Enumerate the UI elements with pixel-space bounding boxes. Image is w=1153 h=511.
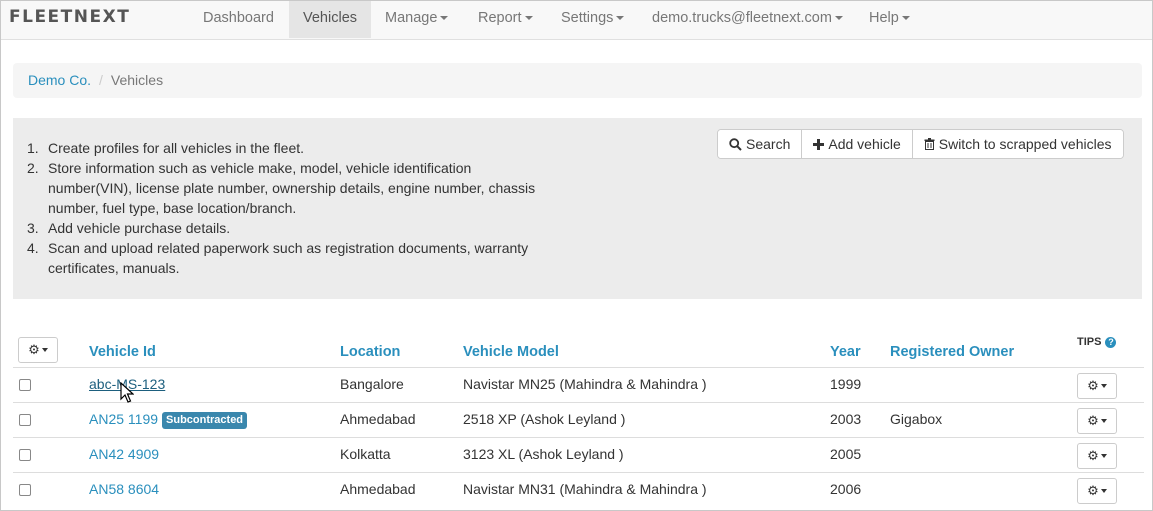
plus-icon	[813, 138, 825, 150]
table-row: abc-MS-123 Bangalore Navistar MN25 (Mahi…	[13, 367, 1144, 402]
column-settings-button[interactable]: ⚙	[18, 337, 58, 363]
vehicle-model: Navistar MN31 (Mahindra & Mahindra )	[463, 481, 707, 497]
nav-user-account[interactable]: demo.trucks@fleetnext.com	[638, 1, 857, 38]
nav-settings[interactable]: Settings	[547, 1, 638, 38]
switch-scrapped-button[interactable]: Switch to scrapped vehicles	[912, 130, 1123, 158]
column-header-vehicle-model[interactable]: Vehicle Model	[463, 344, 559, 360]
instructions-list: 1. Create profiles for all vehicles in th…	[27, 138, 557, 278]
row-checkbox[interactable]	[19, 379, 31, 391]
vehicle-model: Navistar MN25 (Mahindra & Mahindra )	[463, 376, 707, 392]
top-navbar: FLEETNEXT Dashboard Vehicles Manage Repo…	[1, 1, 1152, 40]
nav-report-label: Report	[478, 10, 522, 26]
nav-settings-label: Settings	[561, 10, 614, 26]
gear-icon: ⚙	[1087, 413, 1099, 428]
gear-icon: ⚙	[1087, 448, 1099, 463]
vehicle-location: Ahmedabad	[340, 411, 416, 427]
chevron-down-icon	[1100, 384, 1107, 388]
vehicle-year: 2005	[830, 446, 862, 462]
instruction-text: Add vehicle purchase details.	[48, 220, 231, 236]
chevron-down-icon	[834, 16, 843, 21]
vehicle-location: Ahmedabad	[340, 481, 416, 497]
nav-dashboard-label: Dashboard	[203, 10, 274, 26]
column-header-year[interactable]: Year	[830, 344, 861, 360]
vehicle-year: 2003	[830, 411, 862, 427]
gear-icon: ⚙	[28, 342, 40, 357]
tips-text: TIPS	[1077, 336, 1102, 348]
chevron-down-icon	[1100, 489, 1107, 493]
instruction-item: 4. Scan and upload related paperwork such…	[27, 238, 557, 278]
table-row: AN58 8604 Ahmedabad Navistar MN31 (Mahin…	[13, 472, 1144, 507]
vehicle-owner: Gigabox	[890, 411, 943, 427]
chevron-down-icon	[901, 16, 910, 21]
row-actions-button[interactable]: ⚙	[1077, 443, 1117, 469]
instruction-text: Store information such as vehicle make, …	[48, 160, 536, 216]
nav-help[interactable]: Help	[855, 1, 924, 38]
gear-icon: ⚙	[1087, 483, 1099, 498]
brand-logo[interactable]: FLEETNEXT	[9, 7, 130, 27]
help-icon[interactable]: ?	[1105, 336, 1117, 348]
chevron-down-icon	[1100, 419, 1107, 423]
vehicle-year: 2006	[830, 481, 862, 497]
row-actions-button[interactable]: ⚙	[1077, 408, 1117, 434]
gear-icon: ⚙	[1087, 378, 1099, 393]
subcontracted-badge: Subcontracted	[162, 412, 248, 429]
vehicle-model: 3123 XL (Ashok Leyland )	[463, 446, 624, 462]
instruction-text: Create profiles for all vehicles in the …	[48, 140, 305, 156]
info-panel: 1. Create profiles for all vehicles in th…	[13, 118, 1142, 299]
vehicle-model: 2518 XP (Ashok Leyland )	[463, 411, 626, 427]
vehicle-id-link[interactable]: AN58 8604	[89, 473, 159, 507]
mouse-cursor-icon	[120, 382, 134, 403]
nav-manage[interactable]: Manage	[371, 1, 462, 38]
instruction-number: 2.	[27, 160, 39, 176]
instruction-number: 4.	[27, 240, 39, 256]
nav-user-label: demo.trucks@fleetnext.com	[652, 10, 832, 26]
chevron-down-icon	[616, 16, 625, 21]
nav-vehicles-label: Vehicles	[303, 10, 358, 26]
column-header-registered-owner[interactable]: Registered Owner	[890, 344, 1014, 360]
column-header-vehicle-id[interactable]: Vehicle Id	[89, 344, 156, 360]
row-checkbox[interactable]	[19, 484, 31, 496]
breadcrumb-current: Vehicles	[110, 72, 164, 88]
vehicle-id-link[interactable]: AN25 1199	[89, 411, 158, 427]
switch-scrapped-label: Switch to scrapped vehicles	[938, 136, 1112, 152]
vehicle-id-link[interactable]: AN42 4909	[89, 438, 159, 472]
vehicle-location: Kolkatta	[340, 446, 391, 462]
nav-manage-label: Manage	[385, 10, 438, 26]
table-row: AN42 4909 Kolkatta 3123 XL (Ashok Leylan…	[13, 437, 1144, 472]
instruction-number: 3.	[27, 220, 39, 236]
nav-report[interactable]: Report	[464, 1, 547, 38]
chevron-down-icon	[41, 348, 48, 352]
tips-label: TIPS?	[1077, 336, 1117, 348]
nav-help-label: Help	[869, 10, 899, 26]
vehicle-id-cell: AN25 1199 Subcontracted	[89, 403, 248, 437]
add-vehicle-button[interactable]: Add vehicle	[802, 130, 913, 158]
table-row: AN25 1199 Subcontracted Ahmedabad 2518 XP…	[13, 402, 1144, 437]
vehicle-year: 1999	[830, 376, 862, 392]
breadcrumb: Demo Co. / Vehicles	[13, 63, 1142, 98]
breadcrumb-separator: /	[99, 72, 103, 88]
chevron-down-icon	[440, 16, 449, 21]
breadcrumb-root-link[interactable]: Demo Co.	[28, 72, 91, 88]
chevron-down-icon	[1100, 454, 1107, 458]
column-header-location[interactable]: Location	[340, 344, 400, 360]
instruction-item: 2. Store information such as vehicle make…	[27, 158, 557, 218]
vehicle-location: Bangalore	[340, 376, 404, 392]
instruction-number: 1.	[27, 140, 39, 156]
nav-vehicles[interactable]: Vehicles	[289, 1, 372, 38]
add-vehicle-label: Add vehicle	[828, 136, 901, 152]
row-checkbox[interactable]	[19, 414, 31, 426]
search-button[interactable]: Search	[718, 130, 803, 158]
trash-icon	[924, 138, 935, 150]
search-button-label: Search	[746, 136, 791, 152]
instruction-text: Scan and upload related paperwork such a…	[48, 240, 529, 276]
vehicle-actions-group: Search Add vehicle Switch to scrapped ve…	[717, 129, 1124, 159]
row-actions-button[interactable]: ⚙	[1077, 373, 1117, 399]
chevron-down-icon	[524, 16, 533, 21]
search-icon	[729, 137, 742, 151]
instruction-item: 3. Add vehicle purchase details.	[27, 218, 557, 238]
instruction-item: 1. Create profiles for all vehicles in th…	[27, 138, 557, 158]
row-actions-button[interactable]: ⚙	[1077, 478, 1117, 504]
nav-dashboard[interactable]: Dashboard	[189, 1, 288, 38]
row-checkbox[interactable]	[19, 449, 31, 461]
